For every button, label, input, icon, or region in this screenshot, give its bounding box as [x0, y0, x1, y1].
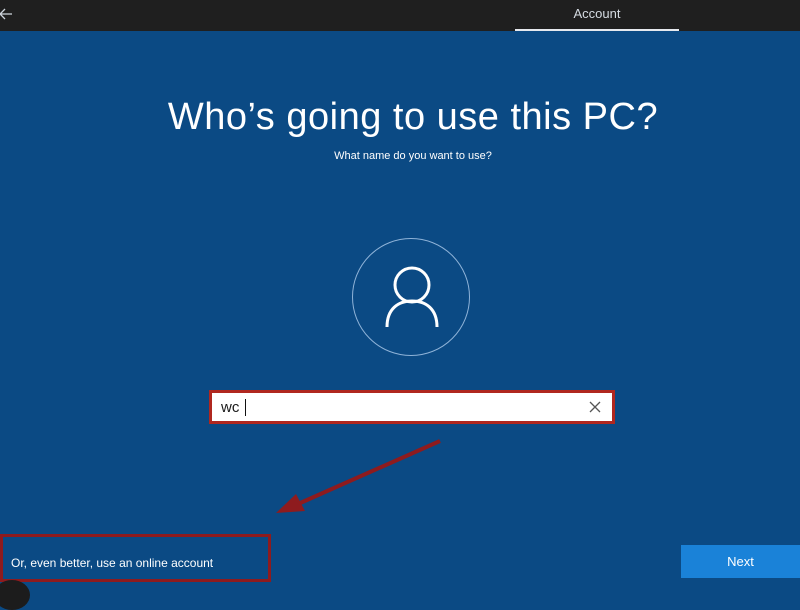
- name-input[interactable]: [212, 393, 581, 421]
- overlay-icon: [0, 580, 30, 610]
- online-account-highlight: Or, even better, use an online account: [0, 534, 271, 582]
- close-icon[interactable]: [588, 400, 602, 414]
- next-button[interactable]: Next: [681, 545, 800, 578]
- text-caret: [245, 399, 246, 416]
- tab-underline: [515, 29, 679, 31]
- tab-account: Account: [515, 0, 679, 31]
- online-account-link[interactable]: Or, even better, use an online account: [11, 556, 213, 570]
- user-icon: [385, 266, 439, 328]
- page-title: Who’s going to use this PC?: [167, 96, 659, 138]
- top-bar: Account: [0, 0, 800, 31]
- back-arrow-icon[interactable]: [0, 6, 14, 22]
- tab-account-label: Account: [573, 6, 621, 21]
- page-subtitle: What name do you want to use?: [334, 150, 492, 162]
- avatar: [352, 238, 470, 356]
- name-input-highlight: [209, 390, 615, 424]
